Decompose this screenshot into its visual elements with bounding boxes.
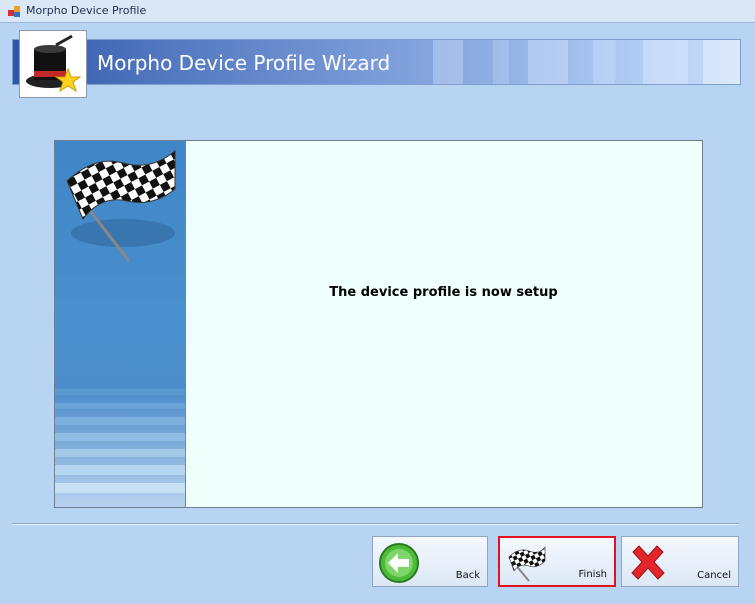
completion-message: The device profile is now setup xyxy=(329,285,558,300)
cancel-button[interactable]: Cancel xyxy=(621,536,739,587)
wizard-banner: Morpho Device Profile Wizard xyxy=(12,39,741,85)
app-icon xyxy=(8,6,20,17)
finish-flag-icon xyxy=(508,546,546,582)
back-arrow-icon xyxy=(379,543,419,583)
wizard-title: Morpho Device Profile Wizard xyxy=(97,51,391,75)
wizard-side-panel xyxy=(55,141,186,507)
finish-button[interactable]: Finish xyxy=(498,536,616,587)
checkered-flag-icon xyxy=(65,149,176,262)
wizard-content-panel: The device profile is now setup xyxy=(54,140,703,508)
finish-button-label: Finish xyxy=(578,569,607,580)
back-button[interactable]: Back xyxy=(372,536,488,587)
window-title: Morpho Device Profile xyxy=(26,4,147,17)
magic-hat-icon xyxy=(19,30,87,98)
cancel-x-icon xyxy=(631,545,665,580)
footer-separator xyxy=(12,523,739,525)
back-button-label: Back xyxy=(455,570,480,581)
cancel-button-label: Cancel xyxy=(697,570,731,581)
title-bar: Morpho Device Profile xyxy=(0,0,755,23)
